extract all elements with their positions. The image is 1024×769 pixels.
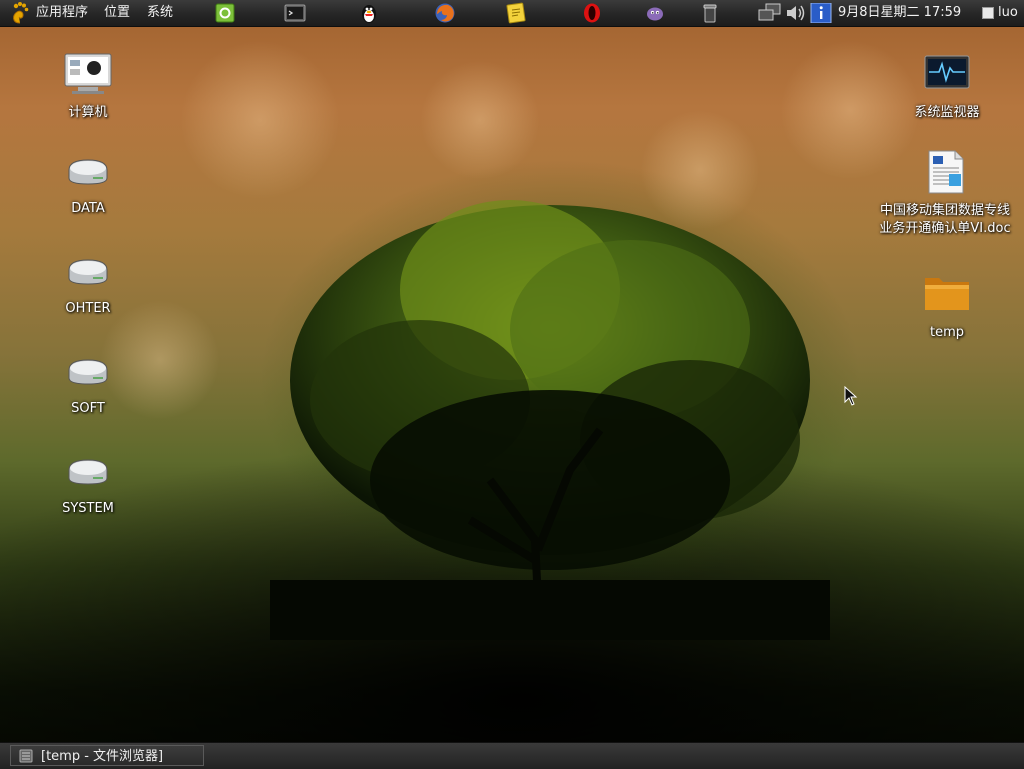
trash-icon[interactable] [699,2,721,24]
desktop-icon-label: OHTER [65,301,111,316]
applications-menu[interactable]: 应用程序 [36,0,88,26]
drive-icon [68,259,108,285]
desktop-icon-label: DATA [71,201,105,216]
file-manager-icon [19,749,33,763]
user-name[interactable]: luo [998,0,1018,26]
folder-icon [925,278,969,310]
terminal-icon[interactable] [284,2,306,24]
notes-icon[interactable] [505,2,527,24]
drive-icon [68,459,108,485]
drive-icon [68,359,108,385]
desktop-icon-temp-folder[interactable]: temp [892,272,1002,342]
gpk-icon[interactable] [214,2,236,24]
desktop-icon-label-line2: 业务开通确认单VI.doc [879,221,1011,236]
desktop-icon-label: temp [929,325,964,340]
desktop-icon-label: 中国移动集团数据专线 业务开通确认单VI.doc [872,202,1018,238]
taskbar-window-button[interactable]: [temp - 文件浏览器] [10,745,204,766]
top-panel: 应用程序 位置 系统 9月8日星期二 17:59 luo [0,0,1024,27]
desktop-icon-label-line1: 中国移动集团数据专线 [879,203,1010,218]
desktop-icon-computer[interactable]: 计算机 [33,52,143,122]
tree-silhouette [270,200,830,640]
pidgin-icon[interactable] [644,2,666,24]
desktop-icon-label: 计算机 [68,105,108,120]
desktop-icon-document[interactable]: 中国移动集团数据专线 业务开通确认单VI.doc [872,150,1018,238]
opera-icon[interactable] [581,2,603,24]
network-icon[interactable] [758,3,782,23]
gnome-foot-icon[interactable] [8,1,30,25]
taskbar-window-label: [temp - 文件浏览器] [41,749,164,764]
desktop-wallpaper [0,0,1024,768]
desktop-icon-drive-system[interactable]: SYSTEM [33,452,143,518]
system-menu[interactable]: 系统 [147,0,173,26]
drive-icon [68,159,108,185]
desktop-icon-label: 系统监视器 [914,105,980,120]
mouse-cursor-icon [844,386,858,406]
desktop-icon-drive-data[interactable]: DATA [33,152,143,218]
system-monitor-icon [924,55,970,89]
desktop-icon-drive-soft[interactable]: SOFT [33,352,143,418]
firefox-icon[interactable] [434,2,456,24]
document-icon [928,150,964,194]
qq-penguin-icon[interactable] [358,2,380,24]
desktop-icon-label: SOFT [71,401,105,416]
clock[interactable]: 9月8日星期二 17:59 [838,0,961,26]
volume-icon[interactable] [784,3,808,23]
user-status-icon[interactable] [982,7,994,19]
computer-icon [64,53,112,94]
info-icon[interactable] [810,3,832,23]
desktop-icon-label: SYSTEM [62,501,114,516]
bottom-panel: [temp - 文件浏览器] [0,742,1024,769]
desktop-icon-drive-ohter[interactable]: OHTER [33,252,143,318]
places-menu[interactable]: 位置 [104,0,130,26]
desktop-icon-system-monitor[interactable]: 系统监视器 [892,52,1002,122]
